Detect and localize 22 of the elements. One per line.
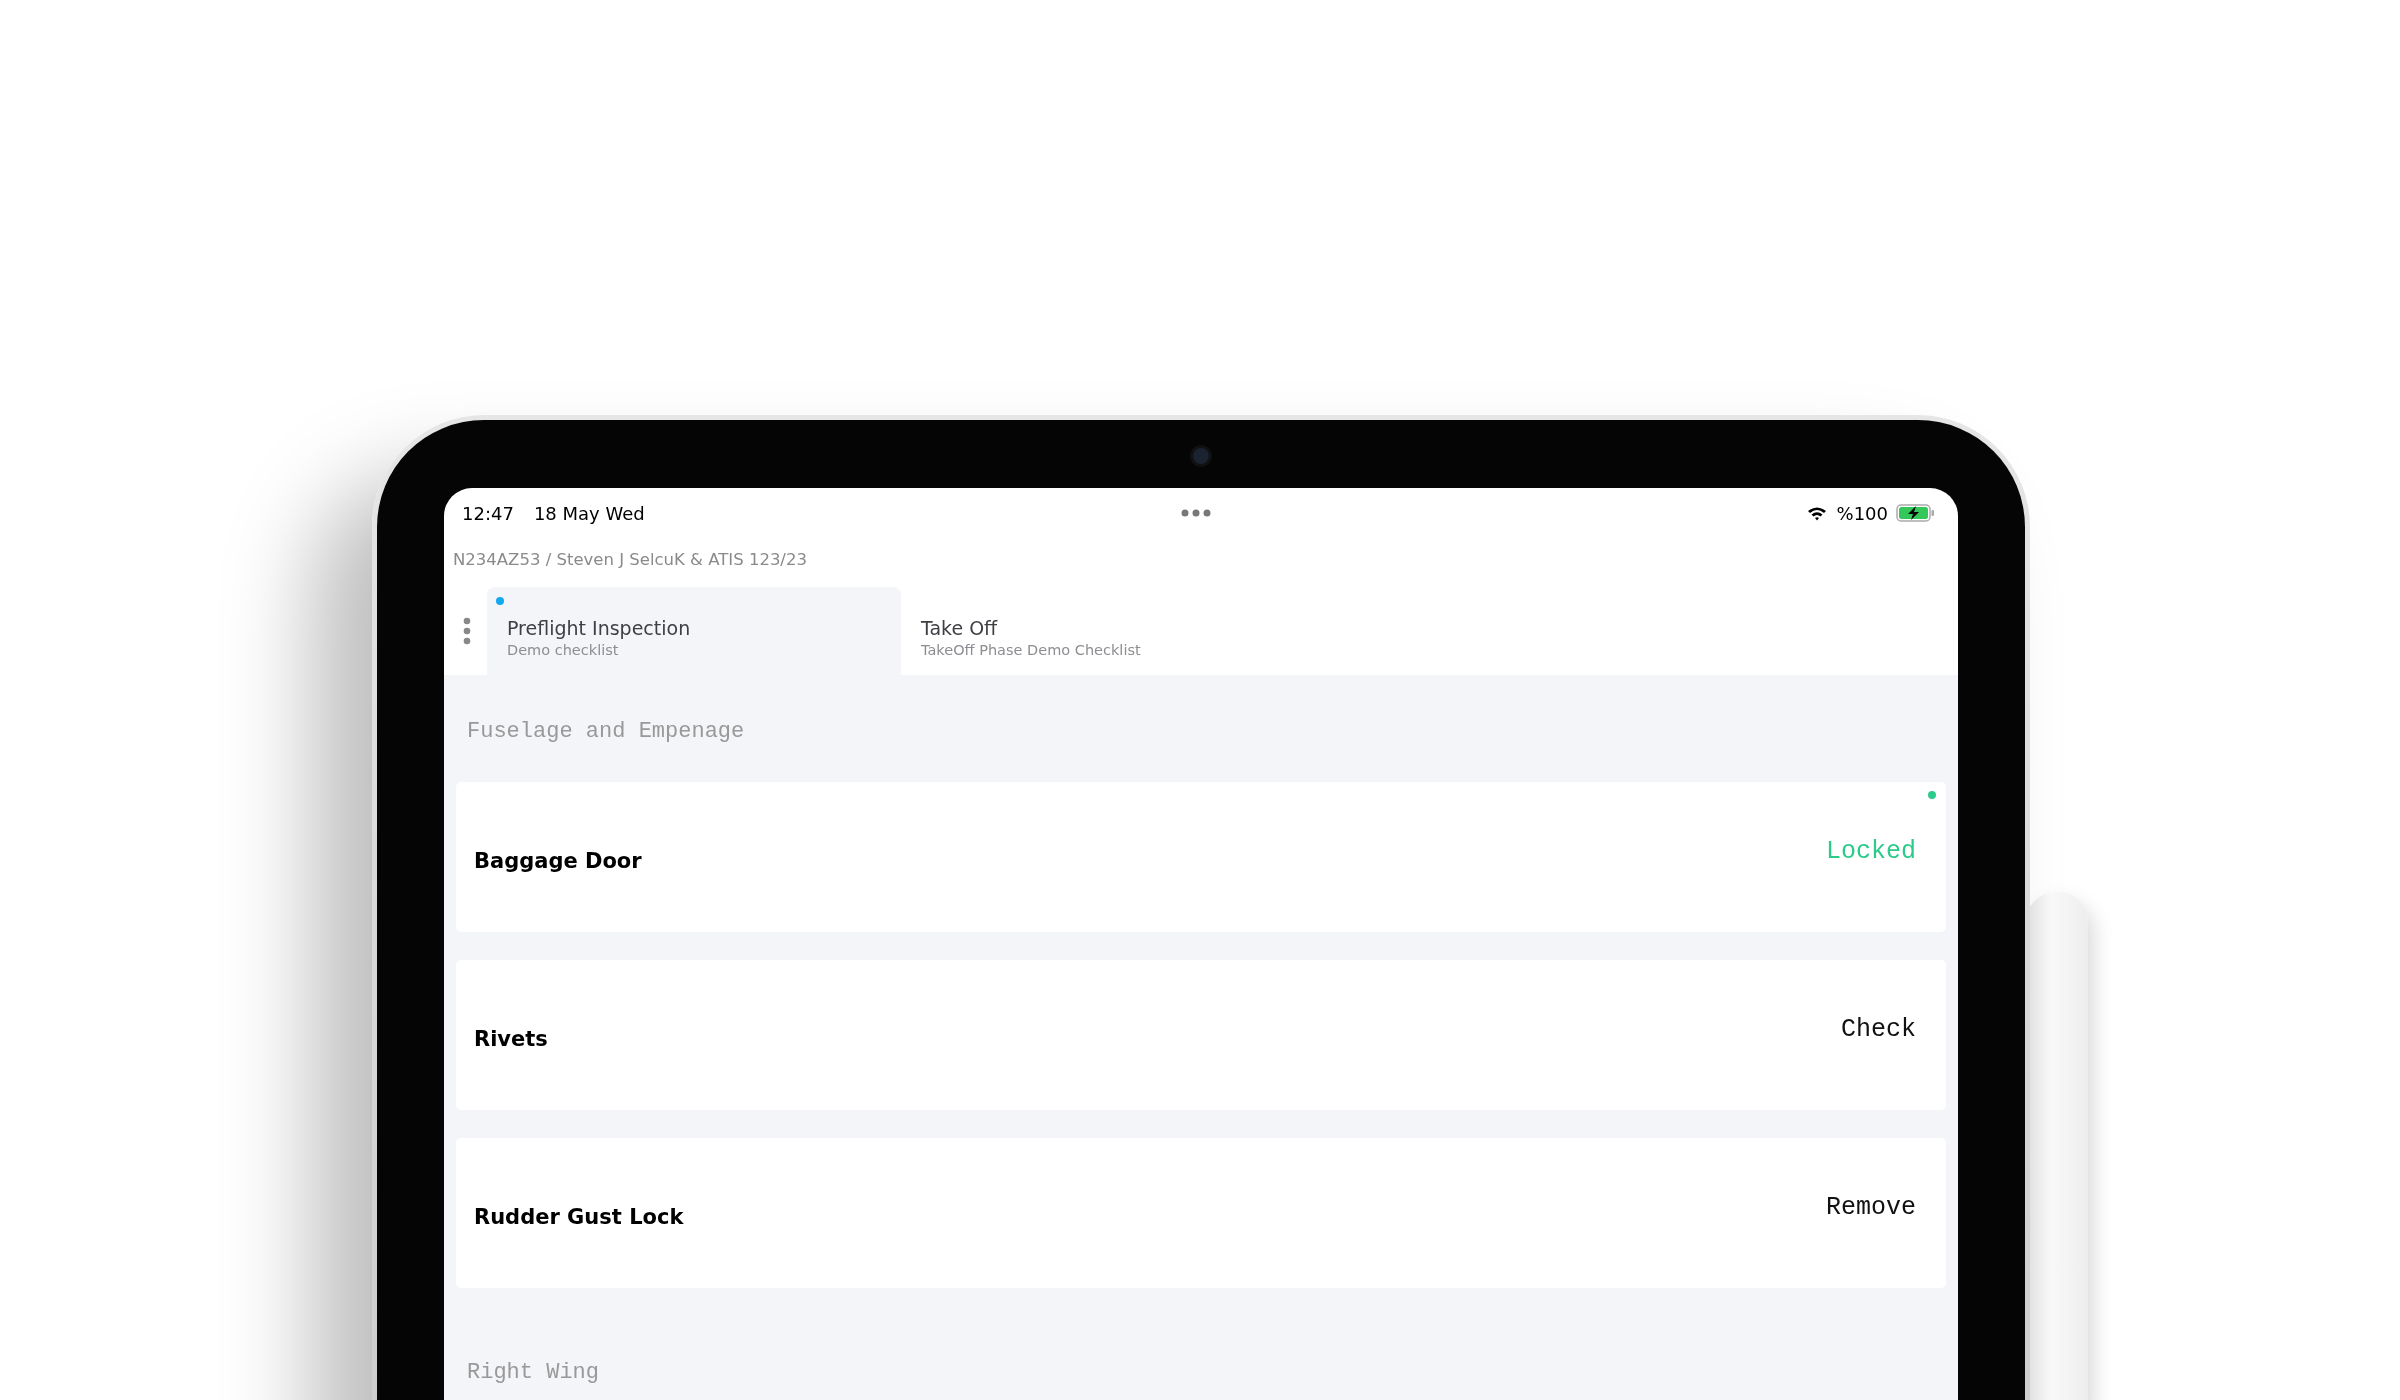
checklist-item[interactable]: Baggage Door Locked	[456, 782, 1946, 932]
item-value: Remove	[1826, 1192, 1916, 1222]
item-value: Locked	[1826, 836, 1916, 866]
section-heading: Fuselage and Empenage	[466, 718, 746, 746]
battery-percent: %100	[1836, 502, 1888, 524]
breadcrumb: N234AZ53 / Steven J SelcuK & ATIS 123/23	[452, 549, 808, 569]
item-label: Rivets	[474, 1026, 548, 1051]
menu-icon[interactable]	[463, 617, 471, 645]
item-label: Baggage Door	[474, 848, 642, 873]
item-label: Rudder Gust Lock	[474, 1204, 684, 1229]
status-date: 18 May Wed	[533, 502, 645, 524]
checklist-item[interactable]: Rivets Check	[456, 960, 1946, 1110]
camera-icon	[1193, 448, 1209, 464]
item-value: Check	[1841, 1014, 1916, 1044]
status-dot	[1928, 791, 1936, 799]
section-heading: Right Wing	[466, 1359, 601, 1387]
checklist-item[interactable]: Rudder Gust Lock Remove	[456, 1138, 1946, 1288]
status-time: 12:47	[462, 502, 514, 524]
wifi-icon	[1806, 505, 1827, 521]
checklist-tab[interactable]: Preflight Inspection Demo checklist	[487, 587, 901, 675]
checklist-tab[interactable]: Take Off TakeOff Phase Demo Checklist	[901, 587, 1315, 675]
more-icon	[1180, 509, 1211, 517]
